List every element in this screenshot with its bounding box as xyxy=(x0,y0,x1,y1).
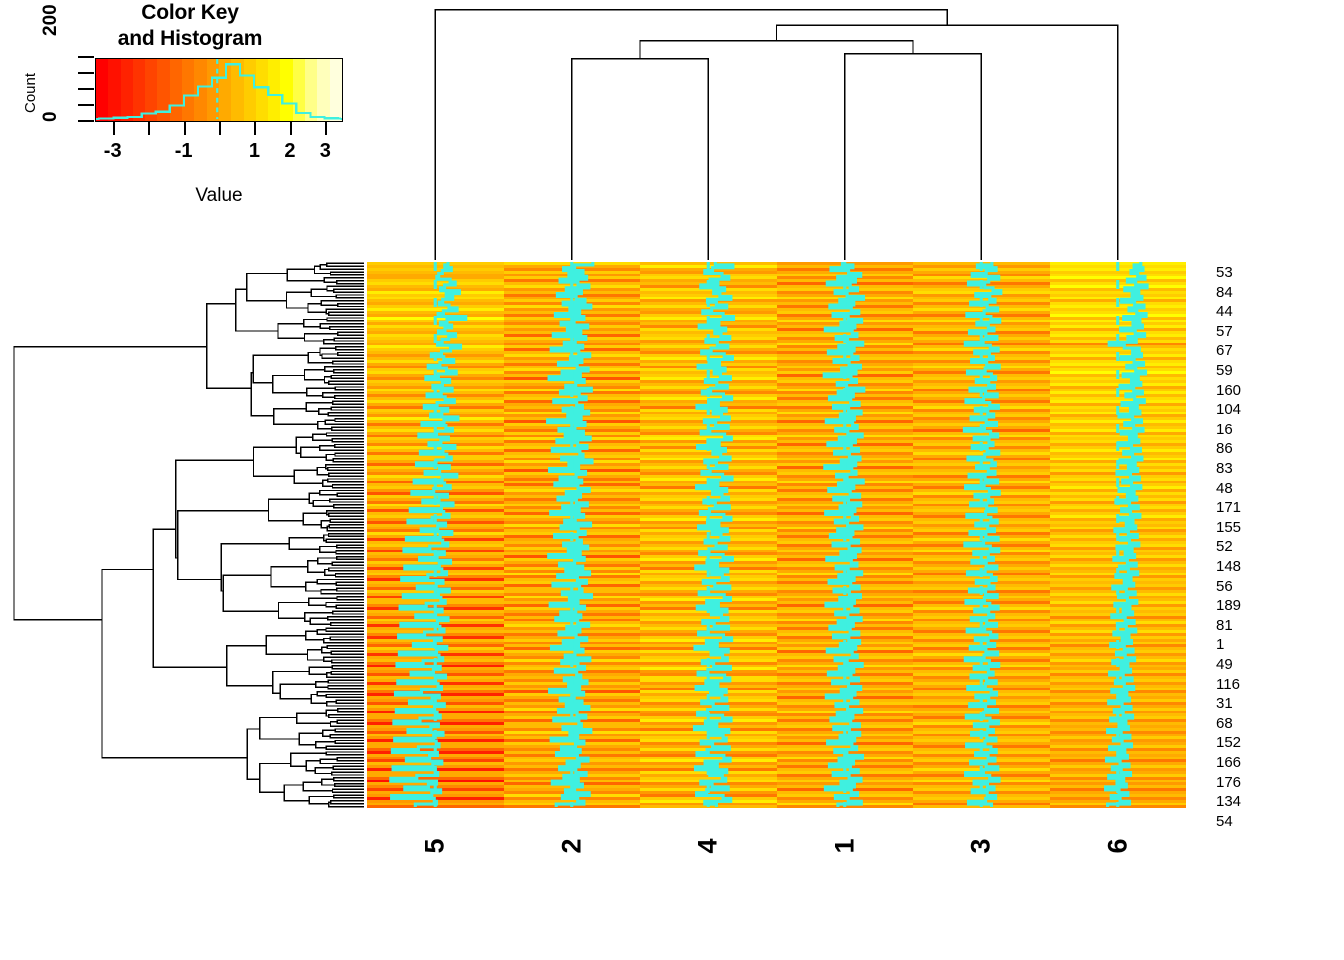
ck-ytick-1 xyxy=(78,72,94,74)
column-label-1: 1 xyxy=(829,838,860,854)
row-label: 134 xyxy=(1216,793,1242,811)
heatmap-trace-overlay xyxy=(389,262,1149,807)
row-label: 116 xyxy=(1216,675,1240,693)
color-key-x-tick-labels: -3 -1 1 2 3 xyxy=(80,140,360,166)
column-dendrogram-svg xyxy=(434,9,1119,260)
row-label: 166 xyxy=(1216,754,1242,771)
row-label: 83 xyxy=(1216,460,1233,477)
ck-ytick-4 xyxy=(78,120,94,122)
column-label-2: 2 xyxy=(556,838,587,854)
trace-line-5 xyxy=(389,262,468,807)
row-label: 52 xyxy=(1216,538,1233,556)
trace-line-2 xyxy=(546,262,595,807)
row-label: 48 xyxy=(1216,479,1233,497)
row-label: 16 xyxy=(1216,420,1233,438)
ck-xlabel-3: 3 xyxy=(319,140,331,162)
row-label: 44 xyxy=(1216,303,1233,321)
row-label: 152 xyxy=(1216,734,1242,752)
row-label: 86 xyxy=(1216,440,1233,458)
color-key-y-axis-ticks xyxy=(72,56,94,124)
row-dendrogram-svg xyxy=(13,262,364,808)
row-label: 81 xyxy=(1216,616,1233,634)
color-key-panel: Color Key and Histogram Count 200 0 -3 -1… xyxy=(0,0,380,230)
color-key-title: Color Key and Histogram xyxy=(35,0,345,52)
row-label: 148 xyxy=(1216,558,1242,575)
row-labels: 53 84 44 57 67 59 160 104 16 86 83 48 171 155 52 148 56 1… xyxy=(1216,262,1336,829)
color-key-ytick-0: 0 xyxy=(40,111,61,122)
ck-xtick-0 xyxy=(219,122,221,135)
ck-xtick--3 xyxy=(112,122,115,135)
row-label: 31 xyxy=(1216,695,1233,713)
row-label: 59 xyxy=(1216,362,1233,379)
row-label: 49 xyxy=(1216,656,1233,673)
row-label: 1 xyxy=(1216,636,1225,654)
color-key-title-line1: Color Key xyxy=(141,1,239,24)
row-dendrogram xyxy=(8,262,364,808)
row-label: 171 xyxy=(1216,499,1242,517)
column-dendrogram-path xyxy=(434,9,1119,260)
ck-xlabel--3: -3 xyxy=(103,140,122,162)
column-label-4: 4 xyxy=(692,838,723,854)
row-label: 104 xyxy=(1216,401,1242,419)
column-label-3: 3 xyxy=(965,838,996,854)
color-key-value-axis-label: Value xyxy=(195,185,243,206)
row-label: 155 xyxy=(1216,518,1242,536)
ck-ytick-2 xyxy=(78,88,94,90)
row-label: 176 xyxy=(1216,773,1242,791)
row-label: 160 xyxy=(1216,381,1242,399)
row-label: 57 xyxy=(1216,322,1233,340)
ck-ytick-3 xyxy=(78,104,94,106)
color-key-gradient-box xyxy=(95,58,343,122)
trace-line-4 xyxy=(692,262,736,807)
row-label: 189 xyxy=(1216,597,1242,615)
ck-xtick--1 xyxy=(183,122,186,135)
ck-xlabel--1: -1 xyxy=(174,140,193,162)
row-label: 84 xyxy=(1216,283,1233,301)
column-label-6: 6 xyxy=(1102,838,1133,854)
row-label: 54 xyxy=(1216,812,1233,830)
color-key-ytick-200: 200 xyxy=(40,4,61,36)
row-dendrogram-path xyxy=(13,262,364,808)
color-key-histogram xyxy=(96,59,342,121)
row-label: 68 xyxy=(1216,714,1233,732)
ck-xlabel-2: 2 xyxy=(284,140,296,162)
column-label-5: 5 xyxy=(419,838,450,854)
row-label: 67 xyxy=(1216,342,1233,360)
row-label: 56 xyxy=(1216,577,1233,595)
ck-xtick-3 xyxy=(325,122,328,135)
color-key-title-line2: and Histogram xyxy=(117,27,263,50)
column-dendrogram xyxy=(367,2,1186,260)
row-label: 53 xyxy=(1216,264,1233,281)
ck-xtick--2 xyxy=(148,122,151,135)
color-key-count-axis-label: Count xyxy=(22,72,39,113)
ck-xtick-1 xyxy=(254,122,257,135)
column-labels: 5 2 4 1 3 6 xyxy=(367,812,1186,882)
color-key-x-axis-ticks xyxy=(95,122,343,136)
ck-xtick-2 xyxy=(289,122,292,135)
ck-xlabel-1: 1 xyxy=(248,140,260,162)
trace-line-6 xyxy=(1104,262,1149,807)
ck-ytick-0 xyxy=(78,56,94,58)
heatmap-grid xyxy=(367,262,1186,809)
histogram-outline xyxy=(96,63,342,121)
